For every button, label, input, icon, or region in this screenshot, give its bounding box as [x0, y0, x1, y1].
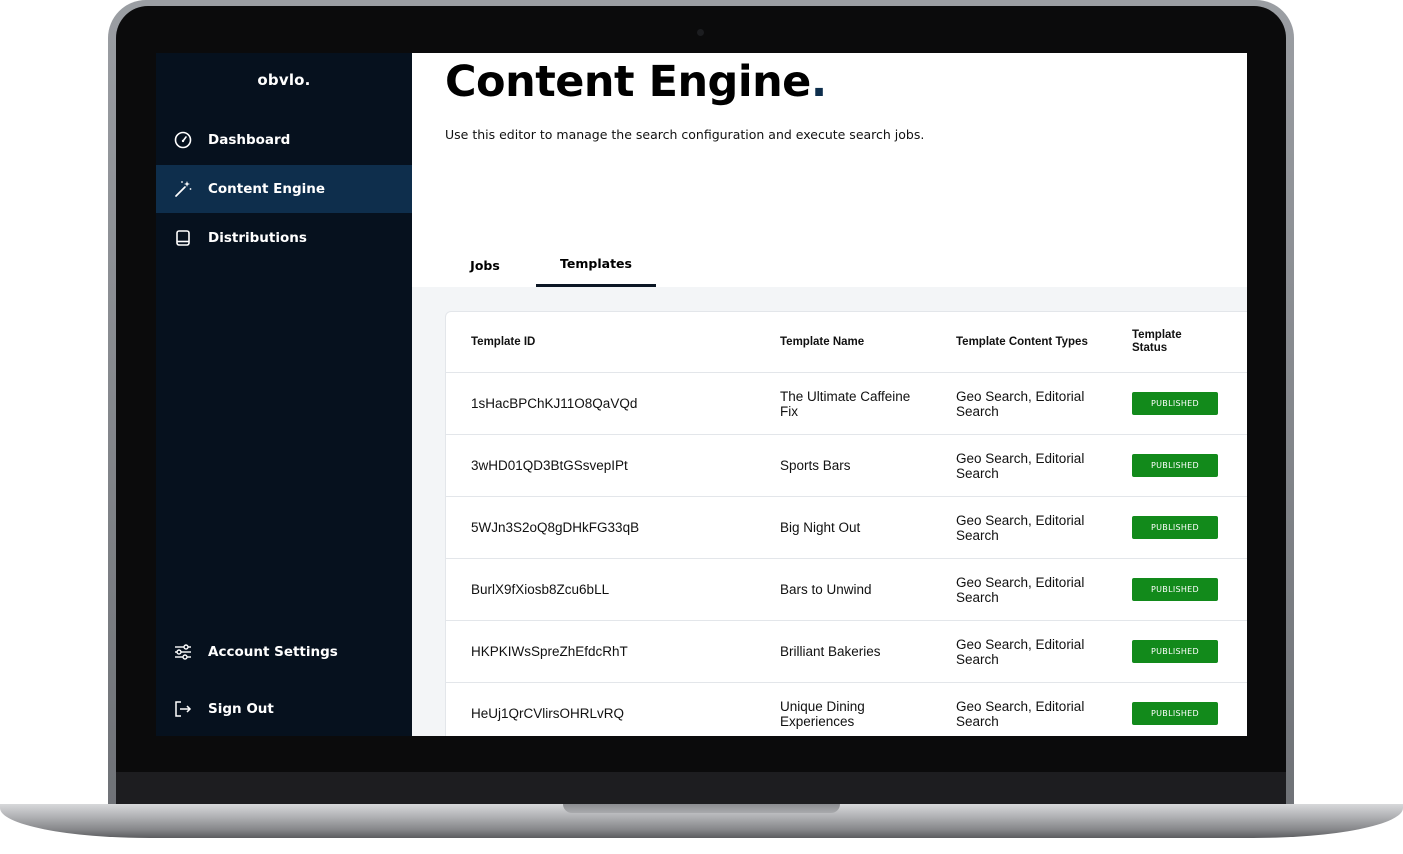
- sidebar-item-sign-out[interactable]: Sign Out: [156, 685, 412, 733]
- gauge-icon: [173, 130, 193, 150]
- page-title-text: Content Engine: [445, 57, 811, 107]
- template-name: The Ultimate Caffeine Fix: [780, 388, 911, 419]
- table-row[interactable]: HKPKIWsSpreZhEfdcRhT Brilliant Bakeries …: [446, 621, 1247, 683]
- page-subtitle: Use this editor to manage the search con…: [445, 127, 925, 142]
- cell-template-types: Geo Search, Editorial Search: [956, 435, 1101, 496]
- app-screen: obvlo. Dashboard Content Engine Distribu…: [156, 53, 1247, 736]
- cell-template-id: HKPKIWsSpreZhEfdcRhT: [471, 621, 751, 682]
- cell-template-id: 3wHD01QD3BtGSsvepIPt: [471, 435, 751, 496]
- cell-template-status: PUBLISHED: [1132, 435, 1247, 496]
- table-header-row: Template ID Template Name Template Conte…: [446, 312, 1247, 373]
- laptop-hinge-notch: [563, 804, 840, 813]
- status-badge: PUBLISHED: [1132, 392, 1218, 415]
- template-id: 5WJn3S2oQ8gDHkFG33qB: [471, 520, 640, 535]
- cell-template-name: Unique Dining Experiences: [780, 683, 925, 736]
- cell-template-types: Geo Search, Editorial Search: [956, 621, 1101, 682]
- cell-template-types: Geo Search, Editorial Search: [956, 497, 1101, 558]
- app-logo[interactable]: obvlo.: [156, 71, 412, 89]
- column-header-template-id[interactable]: Template ID: [471, 336, 535, 348]
- cell-template-id: BurlX9fXiosb8Zcu6bLL: [471, 559, 751, 620]
- page-title: Content Engine.: [445, 57, 827, 107]
- sidebar-item-distributions[interactable]: Distributions: [156, 214, 412, 262]
- template-name: Sports Bars: [780, 458, 851, 473]
- cell-template-status: PUBLISHED: [1132, 559, 1247, 620]
- table-row[interactable]: BurlX9fXiosb8Zcu6bLL Bars to Unwind Geo …: [446, 559, 1247, 621]
- cell-template-id: 1sHacBPChKJ11O8QaVQd: [471, 373, 751, 434]
- sidebar-item-label: Content Engine: [208, 181, 326, 197]
- header-cell: Template Status: [1132, 312, 1202, 372]
- table-row[interactable]: HeUj1QrCVlirsOHRLvRQ Unique Dining Exper…: [446, 683, 1247, 736]
- template-name: Unique Dining Experiences: [780, 698, 865, 729]
- table-row[interactable]: 1sHacBPChKJ11O8QaVQd The Ultimate Caffei…: [446, 373, 1247, 435]
- template-name: Big Night Out: [780, 520, 861, 535]
- cell-template-name: Bars to Unwind: [780, 559, 925, 620]
- cell-template-status: PUBLISHED: [1132, 497, 1247, 558]
- template-content-types: Geo Search, Editorial Search: [956, 512, 1085, 543]
- header-cell: Template ID: [471, 312, 751, 372]
- tab-jobs[interactable]: Jobs: [455, 243, 515, 287]
- content-area: Template ID Template Name Template Conte…: [412, 287, 1247, 736]
- sidebar-item-label: Account Settings: [208, 644, 338, 660]
- main-content: Content Engine. Use this editor to manag…: [412, 53, 1247, 736]
- template-name: Brilliant Bakeries: [780, 644, 881, 659]
- cell-template-id: HeUj1QrCVlirsOHRLvRQ: [471, 683, 751, 736]
- column-header-template-status[interactable]: Template Status: [1132, 329, 1202, 355]
- template-content-types: Geo Search, Editorial Search: [956, 450, 1085, 481]
- status-badge: PUBLISHED: [1132, 454, 1218, 477]
- table-row[interactable]: 3wHD01QD3BtGSsvepIPt Sports Bars Geo Sea…: [446, 435, 1247, 497]
- page-title-dot: .: [810, 57, 827, 107]
- sidebar-item-label: Distributions: [208, 230, 307, 246]
- template-name: Bars to Unwind: [780, 582, 872, 597]
- cell-template-name: Big Night Out: [780, 497, 925, 558]
- template-id: BurlX9fXiosb8Zcu6bLL: [471, 582, 610, 597]
- cell-template-types: Geo Search, Editorial Search: [956, 683, 1101, 736]
- cell-template-status: PUBLISHED: [1132, 621, 1247, 682]
- sliders-icon: [173, 642, 193, 662]
- sidebar-item-dashboard[interactable]: Dashboard: [156, 116, 412, 164]
- template-content-types: Geo Search, Editorial Search: [956, 698, 1085, 729]
- header-cell: Template Content Types: [956, 312, 1116, 372]
- sidebar-item-account-settings[interactable]: Account Settings: [156, 628, 412, 676]
- template-id: HeUj1QrCVlirsOHRLvRQ: [471, 706, 625, 721]
- cell-template-types: Geo Search, Editorial Search: [956, 373, 1101, 434]
- templates-table: Template ID Template Name Template Conte…: [445, 311, 1247, 736]
- sidebar-item-label: Dashboard: [208, 132, 291, 148]
- template-id: 3wHD01QD3BtGSsvepIPt: [471, 458, 628, 473]
- cell-template-id: 5WJn3S2oQ8gDHkFG33qB: [471, 497, 751, 558]
- column-header-template-content-types[interactable]: Template Content Types: [956, 336, 1088, 348]
- sidebar-item-label: Sign Out: [208, 701, 274, 717]
- template-content-types: Geo Search, Editorial Search: [956, 388, 1085, 419]
- sign-out-icon: [173, 699, 193, 719]
- laptop-bezel-chin: [116, 772, 1286, 806]
- status-badge: PUBLISHED: [1132, 516, 1218, 539]
- status-badge: PUBLISHED: [1132, 578, 1218, 601]
- cell-template-name: Sports Bars: [780, 435, 925, 496]
- camera-icon: [697, 29, 704, 36]
- tab-bar: Jobs Templates: [445, 243, 1245, 287]
- magic-wand-icon: [173, 179, 193, 199]
- sidebar-item-content-engine[interactable]: Content Engine: [156, 165, 412, 213]
- cell-template-name: Brilliant Bakeries: [780, 621, 925, 682]
- cell-template-name: The Ultimate Caffeine Fix: [780, 373, 925, 434]
- book-icon: [173, 228, 193, 248]
- header-cell: Template Name: [780, 312, 930, 372]
- cell-template-status: PUBLISHED: [1132, 683, 1247, 736]
- template-id: 1sHacBPChKJ11O8QaVQd: [471, 396, 638, 411]
- column-header-template-name[interactable]: Template Name: [780, 336, 864, 348]
- template-content-types: Geo Search, Editorial Search: [956, 636, 1085, 667]
- status-badge: PUBLISHED: [1132, 640, 1218, 663]
- table-row[interactable]: 5WJn3S2oQ8gDHkFG33qB Big Night Out Geo S…: [446, 497, 1247, 559]
- tab-templates[interactable]: Templates: [536, 243, 656, 287]
- cell-template-status: PUBLISHED: [1132, 373, 1247, 434]
- sidebar: obvlo. Dashboard Content Engine Distribu…: [156, 53, 412, 736]
- status-badge: PUBLISHED: [1132, 702, 1218, 725]
- template-id: HKPKIWsSpreZhEfdcRhT: [471, 644, 628, 659]
- template-content-types: Geo Search, Editorial Search: [956, 574, 1085, 605]
- cell-template-types: Geo Search, Editorial Search: [956, 559, 1101, 620]
